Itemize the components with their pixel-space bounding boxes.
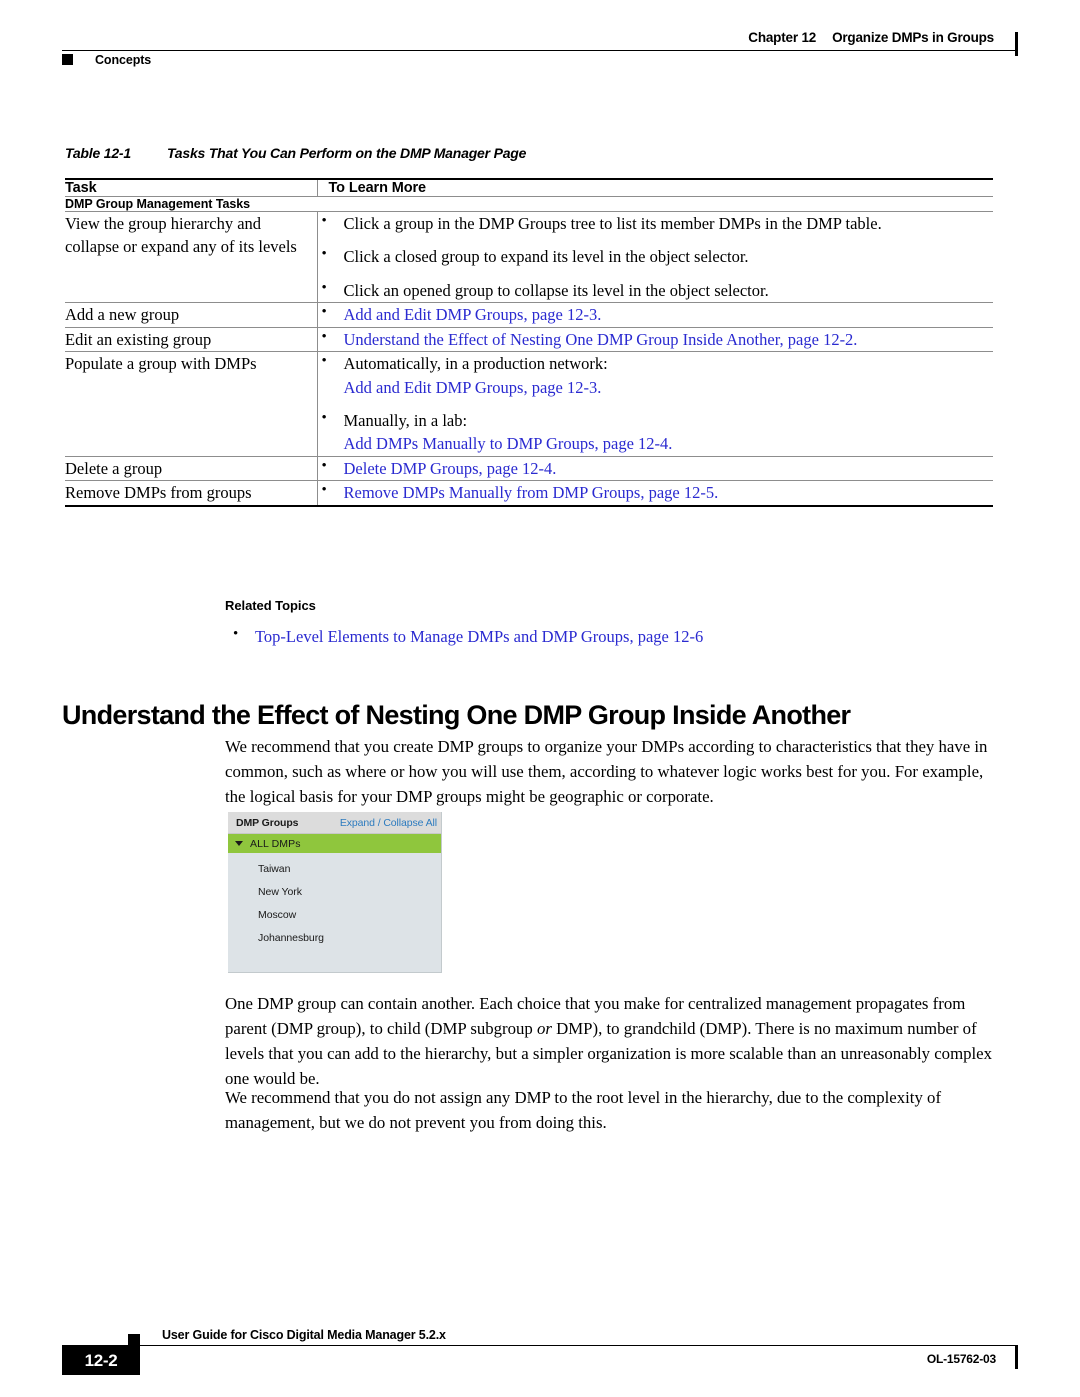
- tasks-table-block: Table 12-1 Tasks That You Can Perform on …: [65, 145, 993, 507]
- list-item-text: Click a closed group to expand its level…: [343, 247, 749, 267]
- page-title: Understand the Effect of Nesting One DMP…: [62, 700, 851, 731]
- chevron-down-icon[interactable]: [235, 841, 243, 846]
- dmp-groups-panel-header: DMP Groups Expand / Collapse All: [228, 812, 441, 834]
- document-page: Chapter 12 Organize DMPs in Groups Concep…: [0, 0, 1080, 1397]
- dmp-groups-panel-figure: DMP Groups Expand / Collapse All ALL DMP…: [228, 812, 442, 973]
- footer-guide-title: User Guide for Cisco Digital Media Manag…: [162, 1328, 446, 1342]
- column-header-to-learn-more: To Learn More: [316, 178, 993, 197]
- table-row: View the group hierarchy and collapse or…: [65, 211, 994, 304]
- task-cell: Add a new group: [65, 302, 317, 328]
- footer-bullet-square-icon: [128, 1334, 140, 1346]
- header-chapter-number: Chapter 12: [748, 30, 817, 45]
- tree-node-new-york[interactable]: New York: [228, 881, 441, 904]
- list-item: Click a closed group to expand its level…: [318, 244, 994, 268]
- tree-children: Taiwan New York Moscow Johannesburg: [228, 853, 441, 950]
- tree-node-taiwan[interactable]: Taiwan: [228, 858, 441, 881]
- tree-node-johannesburg[interactable]: Johannesburg: [228, 927, 441, 950]
- table-row: Populate a group with DMPs Automatically…: [65, 351, 994, 457]
- running-header: Chapter 12 Organize DMPs in Groups Concep…: [62, 30, 1018, 76]
- header-rule: [62, 50, 1018, 51]
- task-cell: Delete a group: [65, 456, 317, 482]
- list-item: Add and Edit DMP Groups, page 12-3.: [318, 302, 994, 326]
- list-item: Understand the Effect of Nesting One DMP…: [318, 327, 994, 351]
- table-caption-number: Table 12-1: [65, 145, 131, 161]
- learn-more-cell: Automatically, in a production network: …: [316, 351, 994, 457]
- list-item-text: Click an opened group to collapse its le…: [343, 280, 769, 300]
- emphasis-or: or: [536, 1018, 552, 1038]
- running-footer: User Guide for Cisco Digital Media Manag…: [62, 1320, 1018, 1380]
- header-section-label: Concepts: [95, 53, 152, 67]
- paragraph-text: One DMP group can contain another. Each …: [225, 992, 993, 1091]
- header-chapter-title: Chapter 12 Organize DMPs in Groups: [748, 30, 994, 45]
- paragraph-text: We recommend that you do not assign any …: [225, 1088, 942, 1132]
- list-item: Manually, in a lab: Add DMPs Manually to…: [318, 408, 994, 456]
- task-cell: Remove DMPs from groups: [65, 480, 317, 507]
- list-item: Delete DMP Groups, page 12-4.: [318, 456, 994, 480]
- footer-rule: [62, 1345, 1018, 1346]
- table-group-header-row: DMP Group Management Tasks: [65, 196, 993, 212]
- header-margin-tick: [1015, 32, 1018, 56]
- tree-node-all-dmps[interactable]: ALL DMPs: [228, 834, 441, 853]
- task-cell: Populate a group with DMPs: [65, 351, 317, 457]
- table-group-header-label: DMP Group Management Tasks: [65, 196, 993, 212]
- task-cell: Edit an existing group: [65, 327, 317, 353]
- table-row: Remove DMPs from groups Remove DMPs Manu…: [65, 480, 994, 507]
- list-item-text: Click a group in the DMP Groups tree to …: [343, 214, 882, 233]
- cross-reference-link[interactable]: Add and Edit DMP Groups, page 12-3.: [344, 305, 602, 324]
- cross-reference-link[interactable]: Add and Edit DMP Groups, page 12-3.: [344, 376, 994, 399]
- cross-reference-link[interactable]: Top-Level Elements to Manage DMPs and DM…: [255, 627, 703, 646]
- table-caption: Table 12-1 Tasks That You Can Perform on …: [65, 145, 993, 161]
- header-bullet-square-icon: [62, 54, 73, 65]
- list-item: Click an opened group to collapse its le…: [318, 278, 994, 302]
- list-item-text: Manually, in a lab:: [343, 410, 468, 430]
- cross-reference-link[interactable]: Add DMPs Manually to DMP Groups, page 12…: [344, 432, 994, 455]
- paragraph-nesting: One DMP group can contain another. Each …: [225, 992, 993, 1091]
- list-item-text: Automatically, in a production network:: [343, 354, 608, 374]
- learn-more-cell: Understand the Effect of Nesting One DMP…: [316, 327, 994, 353]
- table-header-row: Task To Learn More: [65, 178, 993, 197]
- paragraph-intro: We recommend that you create DMP groups …: [225, 735, 993, 810]
- learn-more-cell: Click a group in the DMP Groups tree to …: [316, 211, 994, 304]
- list-item: Automatically, in a production network: …: [318, 351, 994, 399]
- dmp-groups-panel-title: DMP Groups: [236, 816, 299, 829]
- table-row: Edit an existing group Understand the Ef…: [65, 327, 994, 353]
- list-item: Remove DMPs Manually from DMP Groups, pa…: [318, 480, 994, 504]
- tree-node-label: ALL DMPs: [250, 837, 301, 850]
- cross-reference-link[interactable]: Remove DMPs Manually from DMP Groups, pa…: [344, 483, 719, 502]
- tree-node-moscow[interactable]: Moscow: [228, 904, 441, 927]
- list-item: Click a group in the DMP Groups tree to …: [318, 211, 994, 235]
- expand-collapse-all-link[interactable]: Expand / Collapse All: [340, 817, 437, 829]
- learn-more-cell: Remove DMPs Manually from DMP Groups, pa…: [316, 480, 994, 507]
- cross-reference-link[interactable]: Delete DMP Groups, page 12-4.: [344, 459, 557, 478]
- related-topics-title: Related Topics: [225, 598, 316, 613]
- paragraph-root-level: We recommend that you do not assign any …: [225, 1086, 993, 1136]
- paragraph-text: We recommend that you create DMP groups …: [225, 737, 988, 806]
- task-cell: View the group hierarchy and collapse or…: [65, 211, 317, 304]
- learn-more-cell: Delete DMP Groups, page 12-4.: [316, 456, 994, 482]
- table-row: Add a new group Add and Edit DMP Groups,…: [65, 302, 994, 328]
- table-row: Delete a group Delete DMP Groups, page 1…: [65, 456, 994, 482]
- column-header-task: Task: [65, 178, 317, 197]
- header-chapter-name: Organize DMPs in Groups: [832, 30, 994, 45]
- cross-reference-link[interactable]: Understand the Effect of Nesting One DMP…: [344, 330, 858, 349]
- footer-margin-tick: [1015, 1345, 1018, 1369]
- related-topics-block: Related Topics Top-Level Elements to Man…: [225, 598, 985, 648]
- footer-document-number: OL-15762-03: [926, 1352, 996, 1366]
- learn-more-cell: Add and Edit DMP Groups, page 12-3.: [316, 302, 994, 328]
- tasks-table: Task To Learn More DMP Group Management …: [65, 178, 993, 507]
- table-caption-text: Tasks That You Can Perform on the DMP Ma…: [166, 145, 527, 161]
- footer-page-number: 12-2: [62, 1346, 140, 1375]
- related-topics-item: Top-Level Elements to Manage DMPs and DM…: [225, 624, 985, 648]
